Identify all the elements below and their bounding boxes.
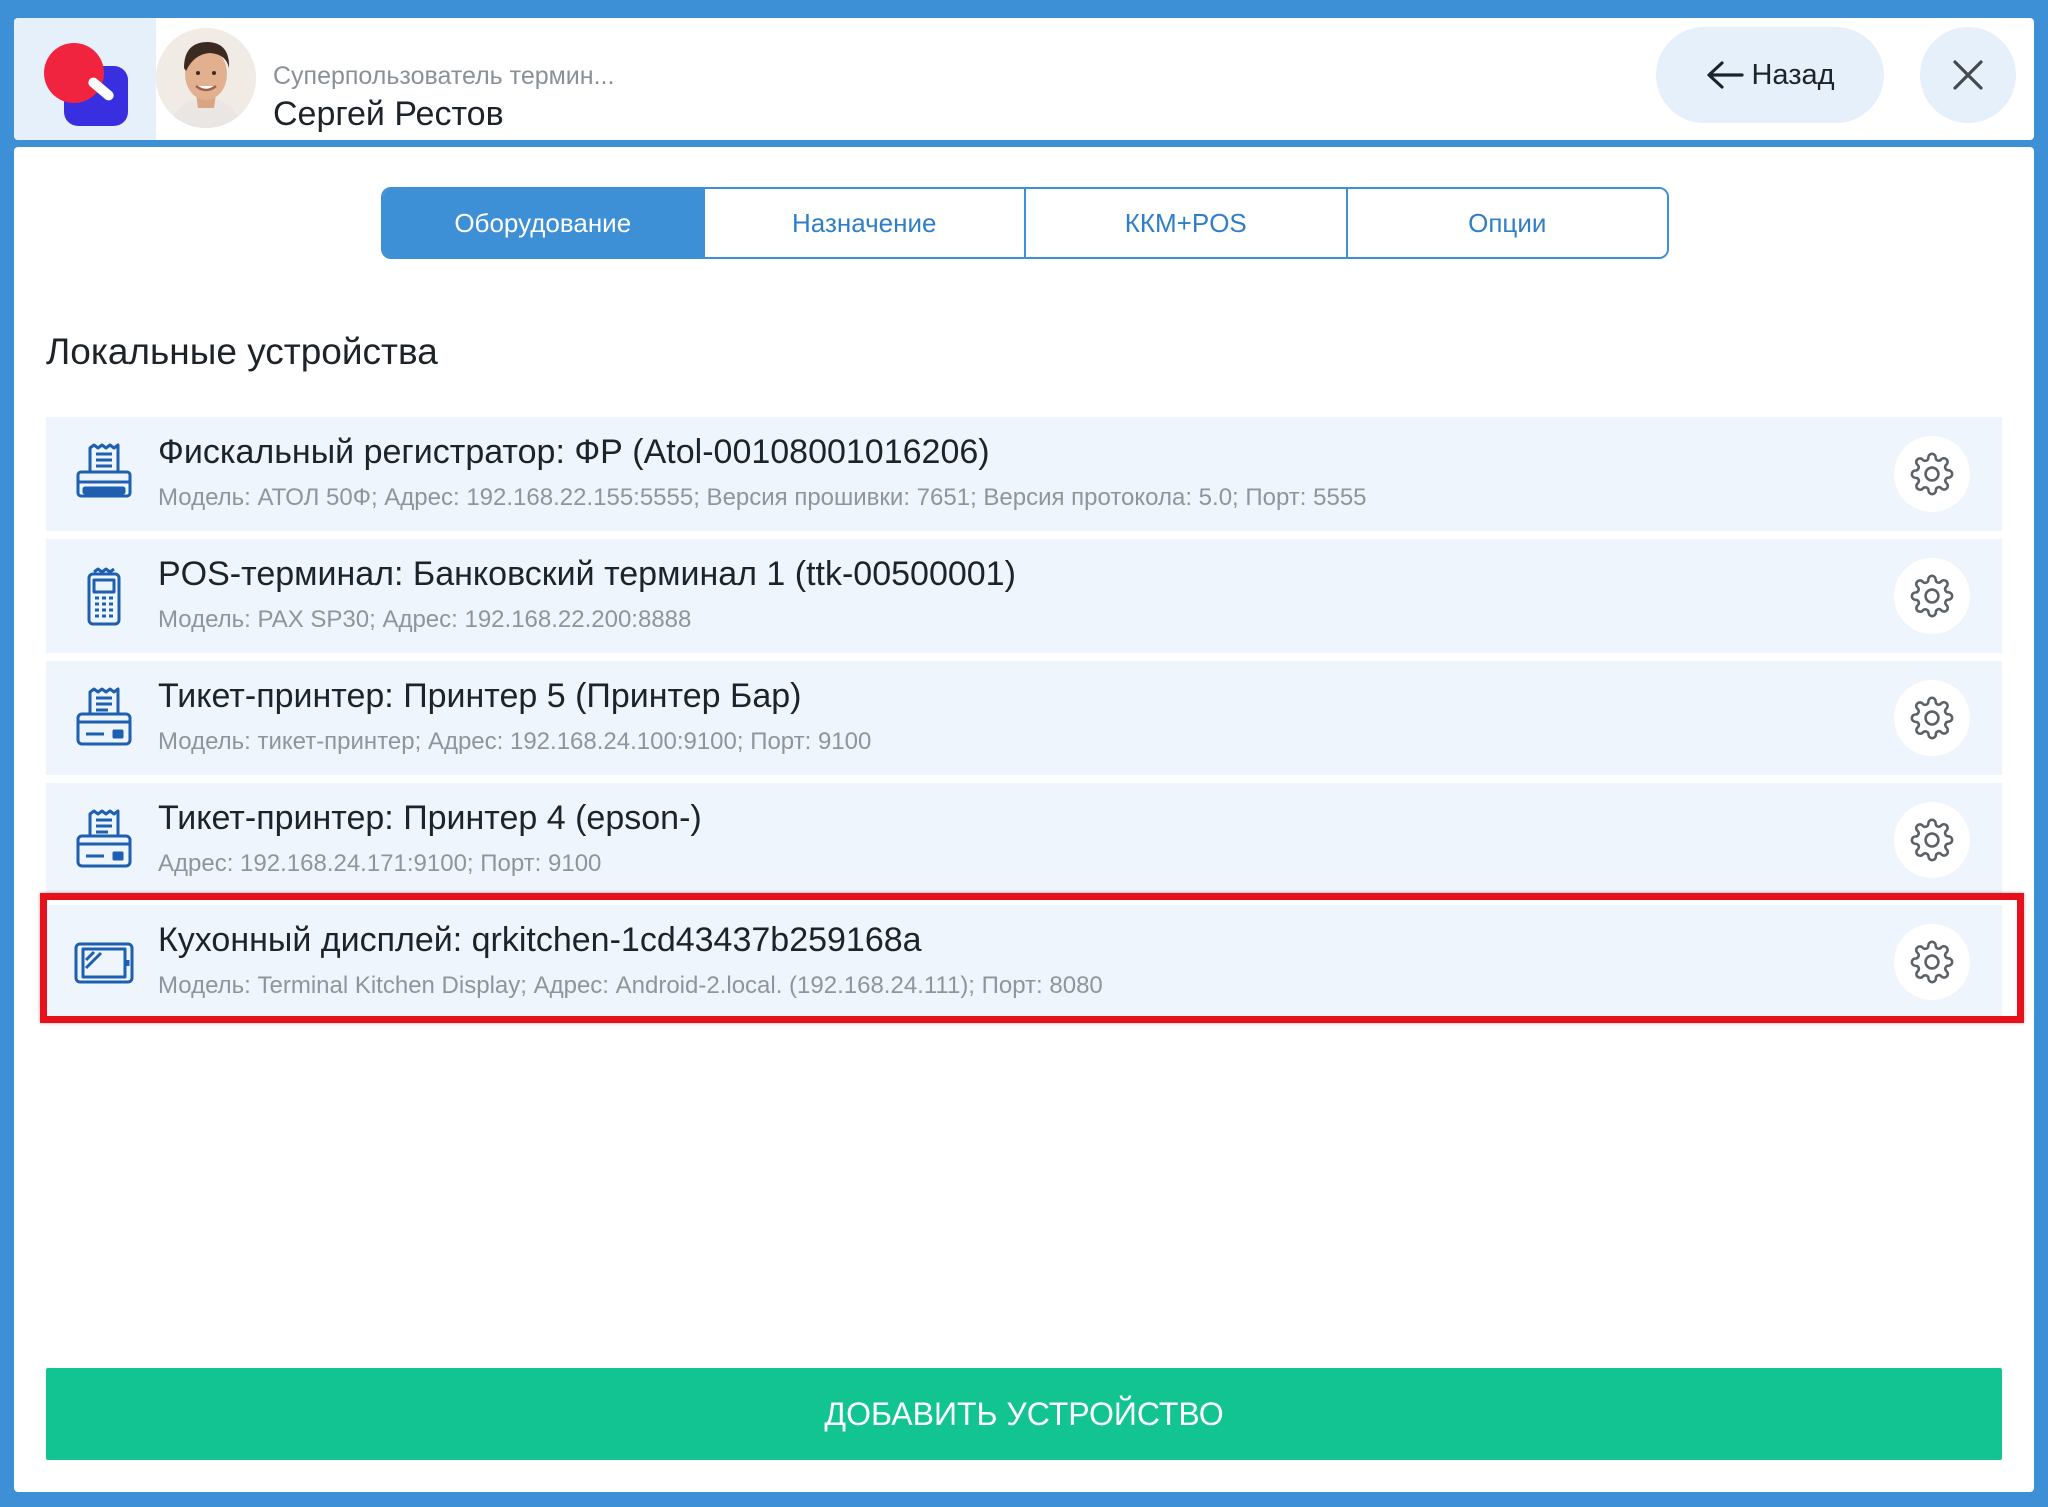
arrow-left-icon: [1707, 61, 1745, 89]
device-row-kitchen-display[interactable]: Кухонный дисплей: qrkitchen-1cd43437b259…: [46, 905, 2002, 1019]
device-settings-button[interactable]: [1894, 680, 1970, 756]
app-logo: [14, 18, 156, 140]
close-button[interactable]: [1920, 27, 2016, 123]
user-role: Суперпользователь термин...: [273, 62, 615, 90]
gear-icon: [1910, 696, 1954, 740]
device-title: Тикет-принтер: Принтер 4 (epson-): [158, 799, 702, 837]
ticket-printer-icon: [74, 686, 134, 750]
add-device-button[interactable]: ДОБАВИТЬ УСТРОЙСТВО: [46, 1368, 2002, 1460]
device-details: Модель: Terminal Kitchen Display; Адрес:…: [158, 972, 1103, 999]
device-title: Кухонный дисплей: qrkitchen-1cd43437b259…: [158, 921, 922, 959]
logo-circle: [44, 43, 104, 103]
device-details: Модель: АТОЛ 50Ф; Адрес: 192.168.22.155:…: [158, 484, 1367, 511]
gear-icon: [1910, 940, 1954, 984]
pos-terminal-icon: [74, 564, 134, 628]
avatar-photo: [156, 28, 256, 128]
device-details: Модель: тикет-принтер; Адрес: 192.168.24…: [158, 728, 872, 755]
device-title: Тикет-принтер: Принтер 5 (Принтер Бар): [158, 677, 802, 715]
tab-assignment[interactable]: Назначение: [702, 189, 1024, 257]
gear-icon: [1910, 452, 1954, 496]
app-header: Суперпользователь термин... Сергей Ресто…: [14, 18, 2034, 140]
close-icon: [1953, 60, 1983, 90]
main-panel: Оборудование Назначение ККМ+POS Опции Ло…: [14, 147, 2034, 1492]
device-row-pos-terminal[interactable]: POS-терминал: Банковский терминал 1 (ttk…: [46, 539, 2002, 653]
device-title: POS-терминал: Банковский терминал 1 (ttk…: [158, 555, 1016, 593]
device-row-ticket-printer-4[interactable]: Тикет-принтер: Принтер 4 (epson-) Адрес:…: [46, 783, 2002, 897]
ticket-printer-icon: [74, 808, 134, 872]
gear-icon: [1910, 574, 1954, 618]
device-row-ticket-printer-5[interactable]: Тикет-принтер: Принтер 5 (Принтер Бар) М…: [46, 661, 2002, 775]
user-name: Сергей Рестов: [273, 95, 504, 133]
back-button-label: Назад: [1751, 58, 1835, 91]
tab-equipment[interactable]: Оборудование: [383, 189, 703, 257]
device-details: Адрес: 192.168.24.171:9100; Порт: 9100: [158, 850, 602, 877]
section-title: Локальные устройства: [46, 331, 438, 372]
device-settings-button[interactable]: [1894, 924, 1970, 1000]
tab-bar: Оборудование Назначение ККМ+POS Опции: [381, 187, 1669, 259]
avatar[interactable]: [156, 28, 256, 128]
device-settings-button[interactable]: [1894, 436, 1970, 512]
kitchen-display-icon: [74, 930, 134, 994]
gear-icon: [1910, 818, 1954, 862]
fiscal-printer-icon: [74, 442, 134, 506]
device-title: Фискальный регистратор: ФР (Atol-0010800…: [158, 433, 990, 471]
device-row-fiscal-registrar[interactable]: Фискальный регистратор: ФР (Atol-0010800…: [46, 417, 2002, 531]
device-details: Модель: PAX SP30; Адрес: 192.168.22.200:…: [158, 606, 692, 633]
back-button[interactable]: Назад: [1656, 27, 1884, 123]
tab-kkm-pos[interactable]: ККМ+POS: [1024, 189, 1346, 257]
device-settings-button[interactable]: [1894, 802, 1970, 878]
tab-options[interactable]: Опции: [1345, 189, 1667, 257]
device-settings-button[interactable]: [1894, 558, 1970, 634]
